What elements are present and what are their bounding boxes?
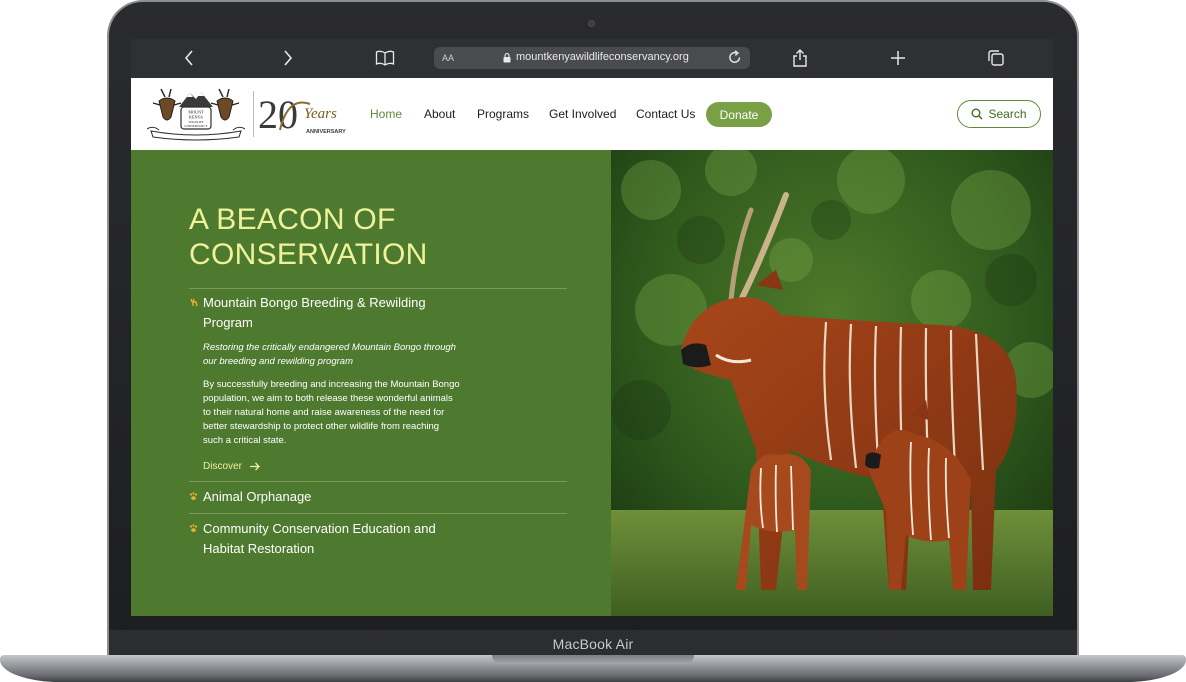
url-text: mountkenyawildlifeconservancy.org	[516, 51, 689, 63]
share-icon	[793, 49, 807, 67]
screen: AA mountkenyawildlifeconservancy.org MOU…	[131, 39, 1053, 616]
paw-icon	[189, 492, 198, 501]
arrow-right-icon	[249, 462, 260, 471]
nav-contact-us[interactable]: Contact Us	[636, 107, 695, 121]
logo-divider	[253, 91, 254, 137]
logo-years-number: 20	[258, 92, 298, 137]
program-community-title[interactable]: Community Conservation Education and Hab…	[203, 519, 436, 559]
chevron-right-icon	[284, 50, 293, 66]
program-bongo-subtitle: Restoring the critically endangered Moun…	[203, 341, 483, 369]
program-bongo-subtitle-line-2: our breeding and rewilding program	[203, 356, 353, 367]
program-orphanage-title[interactable]: Animal Orphanage	[203, 487, 311, 507]
hero-title: A BEACON OF CONSERVATION	[189, 202, 509, 272]
program-bongo-title-line-2: Program	[203, 315, 253, 330]
nav-programs[interactable]: Programs	[477, 107, 529, 121]
tabs-icon	[988, 50, 1004, 66]
forward-button[interactable]	[278, 47, 298, 69]
laptop-hinge-notch	[492, 655, 694, 664]
program-bongo-subtitle-line-1: Restoring the critically endangered Moun…	[203, 342, 456, 353]
description-line-1: By successfully breeding and increasing …	[203, 379, 460, 390]
program-bongo-description: By successfully breeding and increasing …	[203, 378, 493, 448]
hero-title-line-1: A BEACON OF	[189, 203, 396, 236]
new-tab-button[interactable]	[889, 47, 907, 69]
logo-text-line-2: KENYA	[189, 115, 203, 120]
browser-toolbar: AA mountkenyawildlifeconservancy.org	[131, 39, 1053, 78]
hero-panel: A BEACON OF CONSERVATION Mountain Bongo …	[131, 150, 611, 616]
share-button[interactable]	[791, 47, 809, 69]
description-line-4: better stewardship to protect other wild…	[203, 421, 440, 432]
divider	[189, 481, 567, 482]
back-button[interactable]	[179, 47, 199, 69]
address-bar[interactable]: AA mountkenyawildlifeconservancy.org	[434, 47, 750, 69]
description-line-5: such a critical state.	[203, 435, 287, 446]
search-icon	[971, 108, 984, 120]
discover-link[interactable]: Discover	[203, 461, 260, 472]
bookmarks-button[interactable]	[374, 47, 396, 69]
text-size-button[interactable]: AA	[442, 53, 454, 63]
device-label: MacBook Air	[552, 636, 634, 652]
description-line-2: population, we aim to both release these…	[203, 393, 453, 404]
program-community-title-line-2: Habitat Restoration	[203, 541, 315, 556]
nav-home[interactable]: Home	[370, 107, 402, 121]
hero-title-line-2: CONSERVATION	[189, 238, 428, 271]
nav-get-involved[interactable]: Get Involved	[549, 107, 616, 121]
reload-button[interactable]	[728, 50, 742, 68]
logo-years-word: Years	[304, 106, 337, 122]
discover-label: Discover	[203, 461, 242, 472]
divider	[189, 513, 567, 514]
book-icon	[375, 50, 395, 66]
description-line-3: to their natural home and raise awarenes…	[203, 407, 445, 418]
tabs-overview-button[interactable]	[987, 47, 1005, 69]
search-button[interactable]: Search	[957, 100, 1041, 128]
antelope-icon	[190, 298, 198, 307]
webcam	[588, 20, 595, 27]
nav-about[interactable]: About	[424, 107, 455, 121]
logo-years-caption: ANNIVERSARY	[306, 129, 346, 135]
program-bongo-title-line-1: Mountain Bongo Breeding & Rewilding	[203, 295, 426, 310]
20-years-logo: 20 Years ANNIVERSARY	[258, 92, 346, 137]
chevron-left-icon	[184, 50, 193, 66]
plus-icon	[891, 51, 905, 65]
conservancy-logo[interactable]: MOUNT KENYA WILDLIFE CONSERVANCY	[143, 87, 249, 141]
program-community-title-line-1: Community Conservation Education and	[203, 521, 436, 536]
donate-button[interactable]: Donate	[706, 102, 772, 127]
divider	[189, 288, 567, 289]
program-bongo-title[interactable]: Mountain Bongo Breeding & Rewilding Prog…	[203, 293, 426, 333]
bongo-illustration	[611, 150, 1053, 616]
paw-icon	[189, 524, 198, 533]
lock-icon	[503, 53, 511, 63]
logo-text-line-4: CONSERVANCY	[184, 124, 208, 128]
bongo-photo	[611, 150, 1053, 616]
reload-icon	[729, 50, 741, 63]
search-label: Search	[988, 107, 1027, 121]
